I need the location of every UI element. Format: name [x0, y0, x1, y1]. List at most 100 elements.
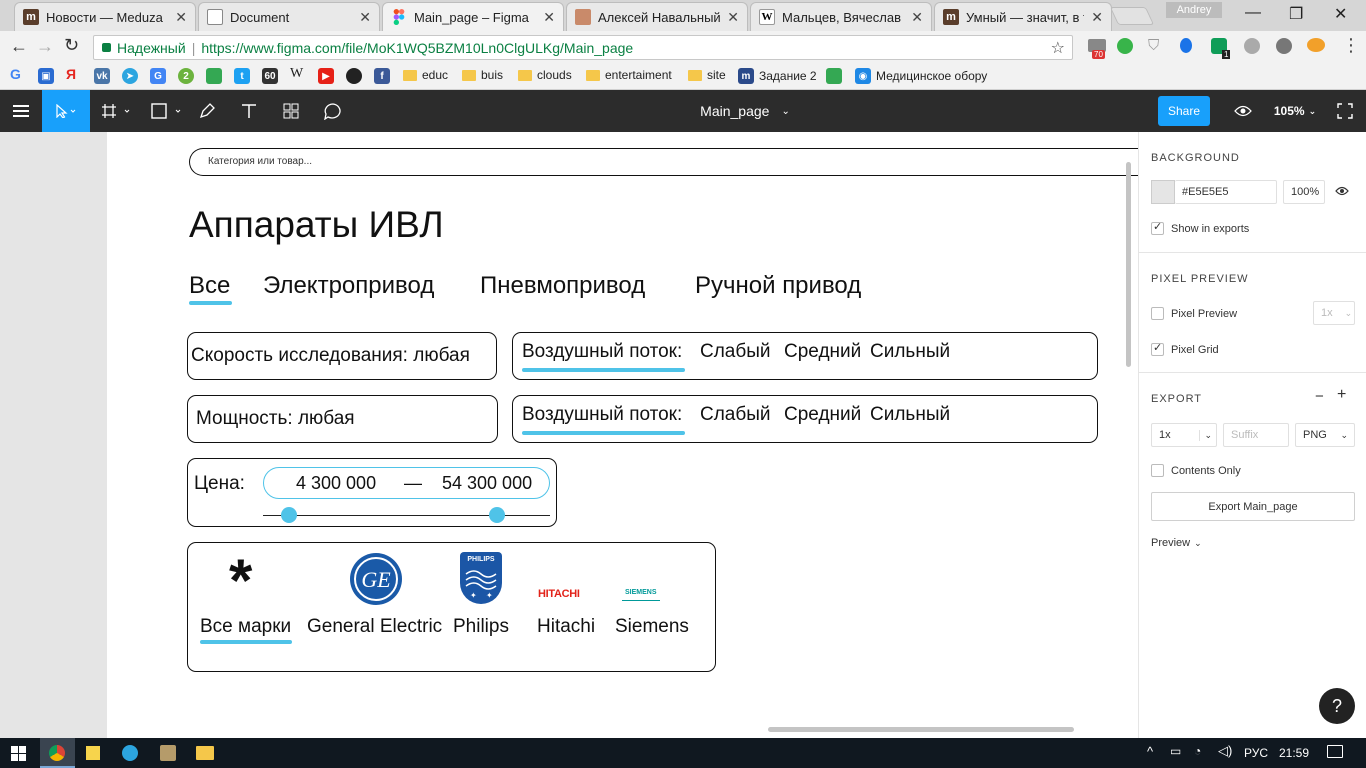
youtube-icon[interactable]: ▶	[318, 68, 334, 84]
cart-icon[interactable]: ▣	[38, 68, 54, 84]
close-icon[interactable]: ✕	[543, 9, 555, 26]
skype-icon[interactable]	[1244, 38, 1260, 54]
close-icon[interactable]: ✕	[727, 9, 739, 26]
show-in-exports-checkbox[interactable]	[1151, 220, 1164, 235]
tab-electric[interactable]: Электропривод	[263, 272, 434, 300]
wikipedia-icon[interactable]: W	[290, 66, 303, 82]
brand-philips[interactable]: Philips	[453, 616, 509, 638]
twitter-icon[interactable]: t	[234, 68, 250, 84]
maps-icon[interactable]	[206, 68, 222, 84]
new-tab-button[interactable]	[1109, 7, 1155, 25]
comment-tool-icon[interactable]	[316, 90, 350, 132]
view-eye-icon[interactable]	[1228, 90, 1258, 132]
file-name-dropdown[interactable]: Main_page ⌄	[690, 90, 800, 132]
close-window-icon[interactable]: ✕	[1334, 4, 1347, 24]
extension-icon[interactable]: 2	[178, 68, 194, 84]
extension-icon[interactable]	[1307, 38, 1325, 52]
brand-siemens[interactable]: Siemens	[615, 616, 689, 638]
app-icon[interactable]	[160, 745, 176, 761]
wifi-icon[interactable]: ◔	[1194, 744, 1201, 758]
drop-icon[interactable]	[1180, 38, 1192, 53]
bookmark-folder[interactable]: educ	[403, 68, 448, 82]
windows-start-icon[interactable]	[11, 746, 26, 764]
price-range-input[interactable]: 4 300 000 — 54 300 000	[263, 467, 550, 499]
file-explorer-icon[interactable]	[196, 746, 214, 760]
browser-tab[interactable]: W Мальцев, Вячеслав Вя ✕	[750, 2, 932, 31]
vk-icon[interactable]: vk	[94, 68, 110, 84]
reload-icon[interactable]: ↻	[64, 35, 79, 56]
notifications-icon[interactable]	[1327, 745, 1343, 758]
airflow-filter[interactable]: Воздушный поток: Слабый Средний Сильный	[512, 332, 1098, 380]
visibility-eye-icon[interactable]	[1335, 186, 1349, 199]
volume-icon[interactable]: ◁)	[1218, 743, 1232, 759]
extension-icon[interactable]	[1117, 38, 1133, 54]
preview-toggle[interactable]: Preview ⌄	[1151, 537, 1202, 549]
back-icon[interactable]: ←	[10, 36, 28, 57]
horizontal-scrollbar[interactable]	[768, 727, 1074, 732]
design-frame[interactable]: Категория или товар... Аппараты ИВЛ Все …	[107, 132, 1138, 738]
remove-export-icon[interactable]: −	[1315, 388, 1324, 405]
extension-icon[interactable]	[1276, 38, 1292, 54]
tab-manual[interactable]: Ручной привод	[695, 272, 861, 300]
forward-icon[interactable]: →	[36, 36, 54, 57]
hamburger-menu-icon[interactable]	[0, 90, 42, 132]
brand-all[interactable]: Все марки	[200, 616, 291, 638]
close-icon[interactable]: ✕	[175, 9, 187, 26]
google-icon[interactable]: G	[10, 66, 21, 82]
battery-icon[interactable]: ▭	[1170, 744, 1181, 758]
tab-pneumatic[interactable]: Пневмопривод	[480, 272, 645, 300]
export-scale-select[interactable]: 1x ⌄	[1151, 423, 1217, 447]
brand-general-electric[interactable]: General Electric	[307, 616, 442, 638]
bookmark-link[interactable]	[826, 68, 842, 84]
vertical-scrollbar[interactable]	[1126, 162, 1131, 367]
airflow-option-weak[interactable]: Слабый	[700, 341, 771, 363]
airflow-option-strong[interactable]: Сильный	[870, 404, 950, 426]
clock[interactable]: 21:59	[1279, 746, 1309, 760]
close-icon[interactable]: ✕	[359, 9, 371, 26]
power-filter[interactable]: Мощность: любая	[187, 395, 498, 443]
extension-icon[interactable]: 60	[262, 68, 278, 84]
contents-only-checkbox[interactable]	[1151, 464, 1164, 477]
export-suffix-input[interactable]: Suffix	[1223, 423, 1289, 447]
frame-tool-icon[interactable]	[96, 90, 136, 132]
menu-dots-icon[interactable]: ⋮	[1342, 35, 1360, 56]
translate-icon[interactable]: G	[150, 68, 166, 84]
fullscreen-icon[interactable]	[1330, 90, 1360, 132]
close-icon[interactable]: ✕	[911, 9, 923, 26]
chevron-up-icon[interactable]: ^	[1147, 744, 1153, 759]
profile-name[interactable]: Andrey	[1166, 2, 1222, 18]
bookmark-folder[interactable]: site	[688, 68, 726, 82]
share-button[interactable]: Share	[1158, 96, 1210, 126]
help-button[interactable]: ?	[1319, 688, 1355, 724]
telegram-icon[interactable]: ➤	[122, 68, 138, 84]
browser-tab[interactable]: Document ✕	[198, 2, 380, 31]
components-icon[interactable]	[274, 90, 308, 132]
sticky-notes-icon[interactable]	[86, 746, 100, 760]
brand-hitachi[interactable]: Hitachi	[537, 616, 595, 638]
star-icon[interactable]: ☆	[1051, 38, 1065, 58]
github-icon[interactable]	[346, 68, 362, 84]
bookmark-folder[interactable]: clouds	[518, 68, 572, 82]
close-icon[interactable]: ✕	[1091, 9, 1103, 26]
pixel-preview-checkbox[interactable]	[1151, 307, 1164, 320]
add-export-icon[interactable]: +	[1337, 386, 1346, 404]
speed-filter[interactable]: Скорость исследования: любая	[187, 332, 497, 380]
rectangle-tool-icon[interactable]	[146, 90, 186, 132]
airflow-option-weak[interactable]: Слабый	[700, 404, 771, 426]
export-button[interactable]: Export Main_page	[1151, 492, 1355, 521]
airflow-filter[interactable]: Воздушный поток: Слабый Средний Сильный	[512, 395, 1098, 443]
background-opacity-input[interactable]: 100%	[1283, 180, 1325, 204]
pen-tool-icon[interactable]	[190, 90, 224, 132]
chrome-taskbar-icon[interactable]	[40, 738, 75, 768]
pixel-grid-checkbox[interactable]	[1151, 341, 1164, 356]
pixel-preview-scale-select[interactable]: 1x ⌄	[1313, 301, 1355, 325]
browser-tab[interactable]: m Новости — Meduza ✕	[14, 2, 196, 31]
url-bar[interactable]: Надежный | https://www.figma.com/file/Mo…	[93, 35, 1073, 60]
text-tool-icon[interactable]	[232, 90, 266, 132]
airflow-option-medium[interactable]: Средний	[784, 404, 861, 426]
maximize-icon[interactable]: ❐	[1289, 4, 1303, 24]
background-color-swatch[interactable]	[1151, 180, 1175, 204]
search-input[interactable]: Категория или товар...	[189, 148, 1138, 176]
browser-tab-active[interactable]: Main_page – Figma ✕	[382, 2, 564, 31]
language-indicator[interactable]: РУС	[1244, 746, 1268, 760]
